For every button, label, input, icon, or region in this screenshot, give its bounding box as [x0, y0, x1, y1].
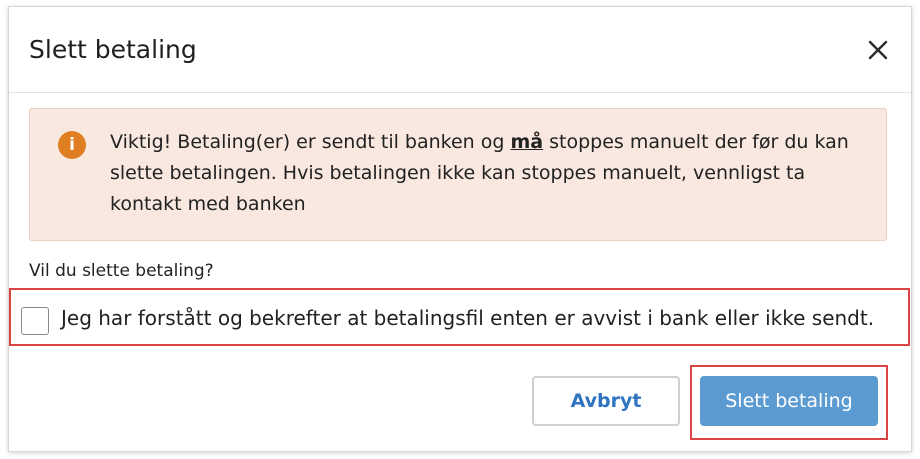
info-icon: i: [58, 131, 86, 159]
delete-question: Vil du slette betaling?: [29, 261, 214, 281]
dialog-header: Slett betaling: [9, 7, 911, 93]
cancel-button[interactable]: Avbryt: [532, 376, 680, 426]
warning-alert: i Viktig! Betaling(er) er sendt til bank…: [29, 108, 887, 241]
delete-payment-button[interactable]: Slett betaling: [700, 376, 878, 426]
confirm-label[interactable]: Jeg har forstått og bekrefter at betalin…: [61, 306, 874, 330]
alert-text-emphasis: må: [510, 131, 544, 153]
dialog-title: Slett betaling: [29, 35, 197, 64]
alert-text-before: Viktig! Betaling(er) er sendt til banken…: [110, 131, 511, 153]
close-icon[interactable]: [867, 39, 889, 61]
alert-message: Viktig! Betaling(er) er sendt til banken…: [110, 127, 860, 220]
confirm-row: Jeg har forstått og bekrefter at betalin…: [9, 288, 910, 346]
confirm-checkbox[interactable]: [21, 307, 49, 335]
